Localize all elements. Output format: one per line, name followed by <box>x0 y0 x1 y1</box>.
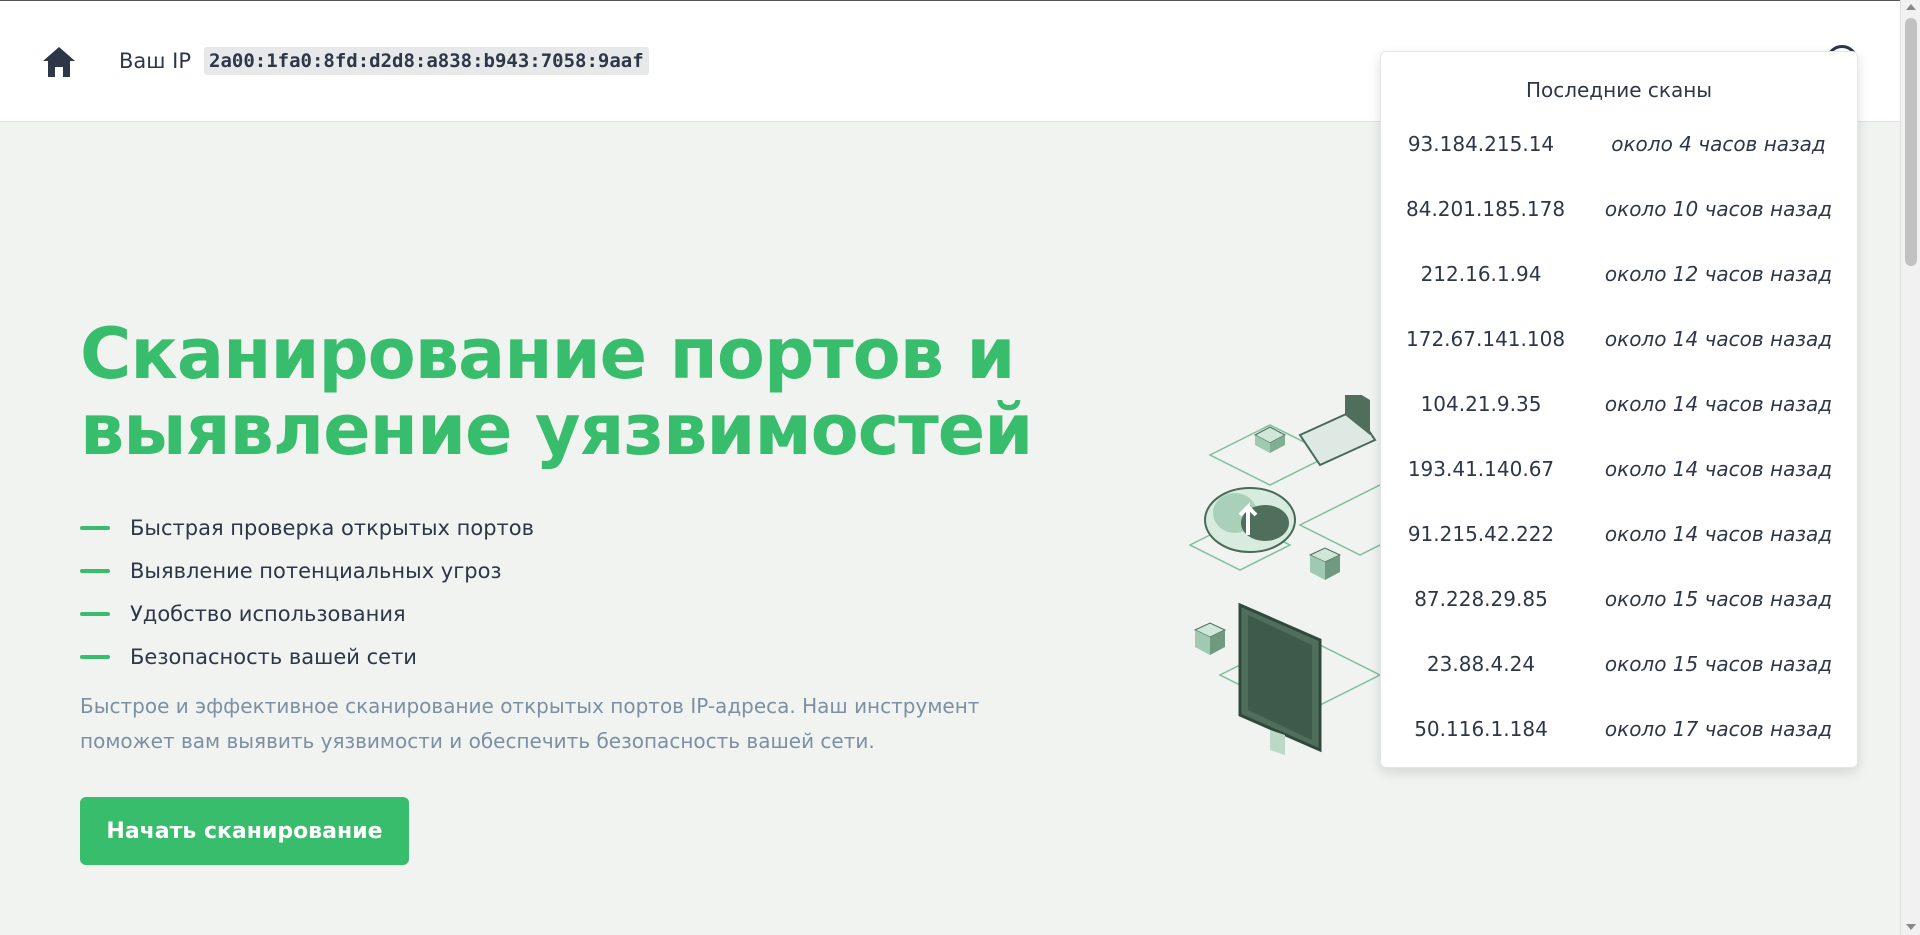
scan-ip: 193.41.140.67 <box>1407 457 1555 481</box>
scan-ip: 104.21.9.35 <box>1420 392 1542 416</box>
scan-time: около 15 часов назад <box>1604 587 1833 611</box>
scan-row[interactable]: 93.184.215.14 около 4 часов назад <box>1381 132 1857 197</box>
feature-item: Безопасность вашей сети <box>80 635 534 678</box>
scan-row[interactable]: 193.41.140.67 около 14 часов назад <box>1381 457 1857 522</box>
scan-time: около 12 часов назад <box>1604 262 1833 286</box>
scan-ip: 93.184.215.14 <box>1407 132 1555 156</box>
hero-description: Быстрое и эффективное сканирование откры… <box>80 694 980 753</box>
scan-ip: 172.67.141.108 <box>1406 327 1566 351</box>
scan-row[interactable]: 91.215.42.222 около 14 часов назад <box>1381 522 1857 587</box>
hero-title-line1: Сканирование портов и <box>80 313 1015 395</box>
scan-row[interactable]: 212.16.1.94 около 12 часов назад <box>1381 262 1857 327</box>
recent-scans-title: Последние сканы <box>1525 78 1713 102</box>
scan-row[interactable]: 104.21.9.35 около 14 часов назад <box>1381 392 1857 457</box>
dash-icon <box>80 568 110 573</box>
dash-icon <box>80 611 110 616</box>
scan-ip: 91.215.42.222 <box>1407 522 1555 546</box>
feature-item: Удобство использования <box>80 592 534 635</box>
scan-time: около 14 часов назад <box>1604 327 1833 351</box>
scan-row[interactable]: 172.67.141.108 около 14 часов назад <box>1381 327 1857 392</box>
scan-time: около 15 часов назад <box>1604 652 1833 676</box>
feature-item: Быстрая проверка открытых портов <box>80 506 534 549</box>
scan-ip: 212.16.1.94 <box>1420 262 1542 286</box>
ip-label: Ваш IP <box>119 49 192 73</box>
scan-ip: 84.201.185.178 <box>1406 197 1566 221</box>
feature-item: Выявление потенциальных угроз <box>80 549 534 592</box>
ip-value: 2a00:1fa0:8fd:d2d8:a838:b943:7058:9aaf <box>204 47 649 75</box>
scan-row[interactable]: 23.88.4.24 около 15 часов назад <box>1381 652 1857 717</box>
scan-time: около 17 часов назад <box>1604 717 1833 741</box>
scroll-down-icon[interactable] <box>1906 924 1916 930</box>
feature-list: Быстрая проверка открытых портов Выявлен… <box>80 506 534 678</box>
recent-scans-dropdown: Последние сканы 93.184.215.14 около 4 час… <box>1380 51 1858 768</box>
start-scan-button[interactable]: Начать сканирование <box>80 797 409 865</box>
scan-row[interactable]: 87.228.29.85 около 15 часов назад <box>1381 587 1857 652</box>
scan-row[interactable]: 84.201.185.178 около 10 часов назад <box>1381 197 1857 262</box>
scroll-thumb[interactable] <box>1905 18 1917 266</box>
feature-text: Выявление потенциальных угроз <box>130 558 502 583</box>
scan-row[interactable]: 50.116.1.184 около 17 часов назад <box>1381 717 1857 782</box>
scroll-up-icon[interactable] <box>1906 4 1916 10</box>
feature-text: Безопасность вашей сети <box>130 644 417 669</box>
scan-ip: 87.228.29.85 <box>1414 587 1548 611</box>
scan-time: около 10 часов назад <box>1604 197 1833 221</box>
scan-time: около 14 часов назад <box>1604 522 1833 546</box>
dash-icon <box>80 525 110 530</box>
hero-title-line2: выявление уязвимостей <box>80 389 1033 471</box>
home-icon[interactable] <box>40 43 78 81</box>
scan-ip: 50.116.1.184 <box>1414 717 1548 741</box>
page-scrollbar[interactable] <box>1900 0 1920 935</box>
hero-title: Сканирование портов и выявление уязвимос… <box>80 316 1080 468</box>
scan-time: около 4 часов назад <box>1611 132 1826 156</box>
scan-time: около 14 часов назад <box>1604 457 1833 481</box>
dash-icon <box>80 654 110 659</box>
scan-ip: 23.88.4.24 <box>1426 652 1536 676</box>
feature-text: Быстрая проверка открытых портов <box>130 515 534 540</box>
feature-text: Удобство использования <box>130 601 406 626</box>
scan-time: около 14 часов назад <box>1604 392 1833 416</box>
